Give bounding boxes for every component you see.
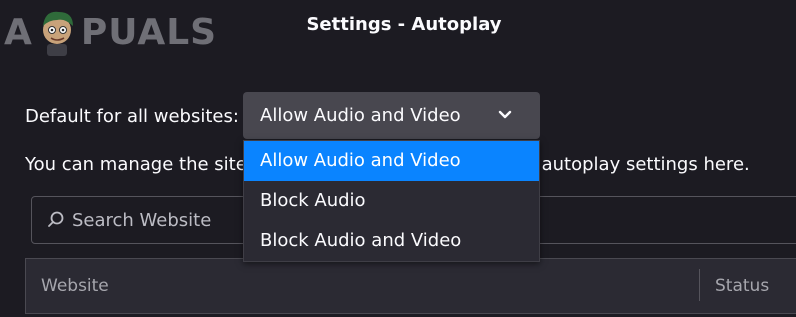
column-divider[interactable]	[699, 269, 700, 301]
search-placeholder: Search Website	[72, 209, 212, 231]
chevron-down-icon	[498, 110, 512, 119]
search-icon	[48, 211, 64, 227]
default-setting-label: Default for all websites:	[25, 106, 239, 127]
option-allow-audio-video[interactable]: Allow Audio and Video	[244, 141, 539, 181]
column-header-status[interactable]: Status	[715, 276, 769, 296]
select-current-value: Allow Audio and Video	[260, 105, 461, 126]
default-autoplay-select[interactable]: Allow Audio and Video	[243, 92, 540, 139]
manage-text-end: autoplay settings here.	[541, 154, 750, 175]
column-header-website[interactable]: Website	[41, 276, 109, 296]
option-block-audio[interactable]: Block Audio	[244, 181, 539, 221]
sites-table-header: Website Status	[25, 258, 796, 314]
dialog-title: Settings - Autoplay	[306, 14, 502, 35]
autoplay-settings-dialog: A PUALS Settings - Autoplay Default for …	[0, 0, 796, 317]
autoplay-options-dropdown: Allow Audio and Video Block Audio Block …	[243, 140, 540, 262]
option-block-audio-video[interactable]: Block Audio and Video	[244, 221, 539, 261]
